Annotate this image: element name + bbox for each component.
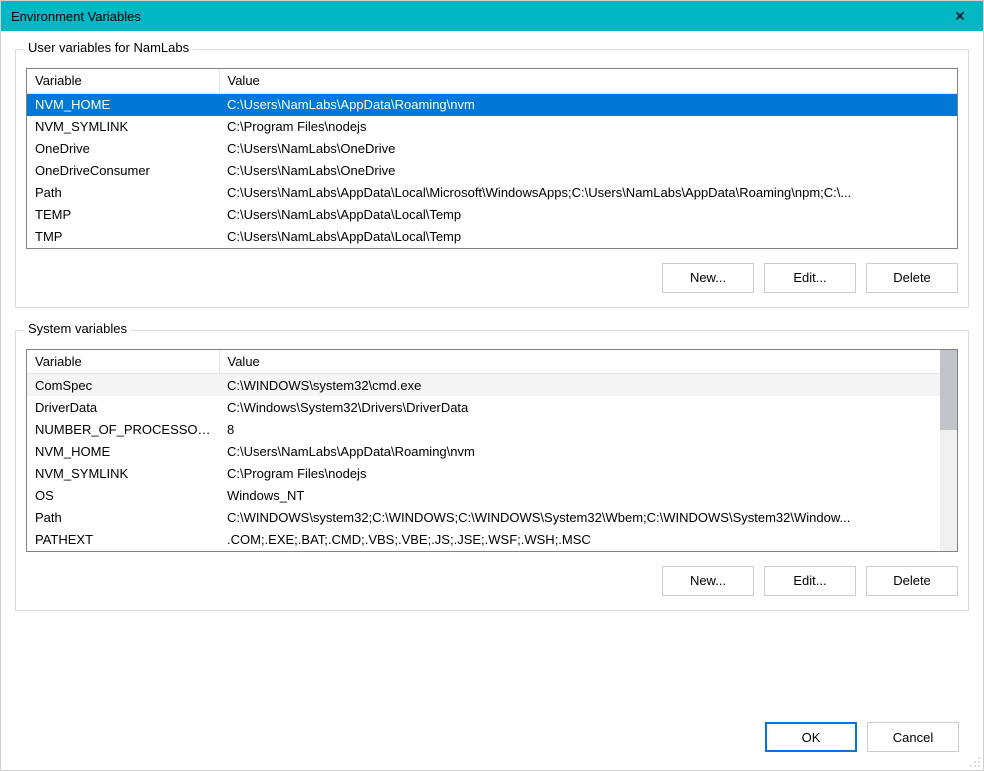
cell-variable: NVM_HOME: [27, 440, 219, 462]
cell-variable: PATHEXT: [27, 528, 219, 550]
table-row[interactable]: NUMBER_OF_PROCESSORS8: [27, 418, 940, 440]
cell-value: .COM;.EXE;.BAT;.CMD;.VBS;.VBE;.JS;.JSE;.…: [219, 528, 940, 550]
system-variables-label: System variables: [24, 321, 131, 336]
cell-variable: Path: [27, 182, 219, 204]
cell-value: C:\WINDOWS\system32\cmd.exe: [219, 374, 940, 397]
system-variables-group: System variables Variable Value ComSpecC…: [15, 330, 969, 611]
user-delete-button[interactable]: Delete: [866, 263, 958, 293]
close-icon: ✕: [954, 8, 966, 25]
cell-value: Windows_NT: [219, 484, 940, 506]
cell-value: C:\Users\NamLabs\AppData\Roaming\nvm: [219, 93, 957, 116]
cell-value: C:\Users\NamLabs\OneDrive: [219, 160, 957, 182]
system-variables-table-wrap: Variable Value ComSpecC:\WINDOWS\system3…: [26, 349, 958, 552]
system-col-value[interactable]: Value: [219, 350, 940, 374]
table-row[interactable]: PathC:\WINDOWS\system32;C:\WINDOWS;C:\WI…: [27, 506, 940, 528]
dialog-body: User variables for NamLabs Variable Valu…: [1, 31, 983, 716]
user-variables-table[interactable]: Variable Value NVM_HOMEC:\Users\NamLabs\…: [27, 69, 957, 248]
user-variables-label: User variables for NamLabs: [24, 40, 193, 55]
cell-value: C:\Users\NamLabs\AppData\Local\Microsoft…: [219, 182, 957, 204]
table-row[interactable]: NVM_SYMLINKC:\Program Files\nodejs: [27, 116, 957, 138]
table-row[interactable]: OneDriveC:\Users\NamLabs\OneDrive: [27, 138, 957, 160]
cell-value: C:\Program Files\nodejs: [219, 462, 940, 484]
cell-value: C:\WINDOWS\system32;C:\WINDOWS;C:\WINDOW…: [219, 506, 940, 528]
cell-value: C:\Windows\System32\Drivers\DriverData: [219, 396, 940, 418]
cell-value: C:\Users\NamLabs\AppData\Local\Temp: [219, 204, 957, 226]
system-variables-table[interactable]: Variable Value ComSpecC:\WINDOWS\system3…: [27, 350, 940, 551]
user-variables-table-wrap: Variable Value NVM_HOMEC:\Users\NamLabs\…: [26, 68, 958, 249]
ok-button[interactable]: OK: [765, 722, 857, 752]
table-row[interactable]: NVM_HOMEC:\Users\NamLabs\AppData\Roaming…: [27, 93, 957, 116]
cell-value: C:\Program Files\nodejs: [219, 116, 957, 138]
table-row[interactable]: TEMPC:\Users\NamLabs\AppData\Local\Temp: [27, 204, 957, 226]
system-scrollbar-thumb[interactable]: [940, 350, 957, 430]
system-edit-button[interactable]: Edit...: [764, 566, 856, 596]
titlebar: Environment Variables ✕: [1, 1, 983, 31]
window-title: Environment Variables: [11, 9, 141, 24]
close-button[interactable]: ✕: [937, 1, 983, 31]
cell-variable: NVM_SYMLINK: [27, 462, 219, 484]
system-buttons: New... Edit... Delete: [26, 566, 958, 596]
cell-variable: DriverData: [27, 396, 219, 418]
user-variables-group: User variables for NamLabs Variable Valu…: [15, 49, 969, 308]
cell-variable: Path: [27, 506, 219, 528]
cell-variable: TMP: [27, 226, 219, 248]
cell-variable: OneDrive: [27, 138, 219, 160]
system-delete-button[interactable]: Delete: [866, 566, 958, 596]
cancel-button[interactable]: Cancel: [867, 722, 959, 752]
table-row[interactable]: PATHEXT.COM;.EXE;.BAT;.CMD;.VBS;.VBE;.JS…: [27, 528, 940, 550]
table-row[interactable]: OSWindows_NT: [27, 484, 940, 506]
cell-value: 8: [219, 418, 940, 440]
cell-value: C:\Users\NamLabs\OneDrive: [219, 138, 957, 160]
cell-variable: OneDriveConsumer: [27, 160, 219, 182]
user-buttons: New... Edit... Delete: [26, 263, 958, 293]
resize-grip-icon[interactable]: [967, 754, 981, 768]
cell-variable: NUMBER_OF_PROCESSORS: [27, 418, 219, 440]
cell-variable: TEMP: [27, 204, 219, 226]
user-new-button[interactable]: New...: [662, 263, 754, 293]
user-col-value[interactable]: Value: [219, 69, 957, 93]
env-vars-dialog: Environment Variables ✕ User variables f…: [0, 0, 984, 771]
table-row[interactable]: ComSpecC:\WINDOWS\system32\cmd.exe: [27, 374, 940, 397]
system-new-button[interactable]: New...: [662, 566, 754, 596]
table-row[interactable]: NVM_HOMEC:\Users\NamLabs\AppData\Roaming…: [27, 440, 940, 462]
table-row[interactable]: OneDriveConsumerC:\Users\NamLabs\OneDriv…: [27, 160, 957, 182]
cell-variable: NVM_HOME: [27, 93, 219, 116]
table-row[interactable]: NVM_SYMLINKC:\Program Files\nodejs: [27, 462, 940, 484]
cell-variable: NVM_SYMLINK: [27, 116, 219, 138]
cell-variable: OS: [27, 484, 219, 506]
user-edit-button[interactable]: Edit...: [764, 263, 856, 293]
table-row[interactable]: TMPC:\Users\NamLabs\AppData\Local\Temp: [27, 226, 957, 248]
user-col-variable[interactable]: Variable: [27, 69, 219, 93]
cell-value: C:\Users\NamLabs\AppData\Roaming\nvm: [219, 440, 940, 462]
dialog-buttons: OK Cancel: [1, 716, 983, 770]
system-scrollbar[interactable]: [940, 350, 957, 551]
cell-value: C:\Users\NamLabs\AppData\Local\Temp: [219, 226, 957, 248]
window-controls: ✕: [937, 1, 983, 31]
system-col-variable[interactable]: Variable: [27, 350, 219, 374]
table-row[interactable]: PathC:\Users\NamLabs\AppData\Local\Micro…: [27, 182, 957, 204]
table-row[interactable]: DriverDataC:\Windows\System32\Drivers\Dr…: [27, 396, 940, 418]
cell-variable: ComSpec: [27, 374, 219, 397]
